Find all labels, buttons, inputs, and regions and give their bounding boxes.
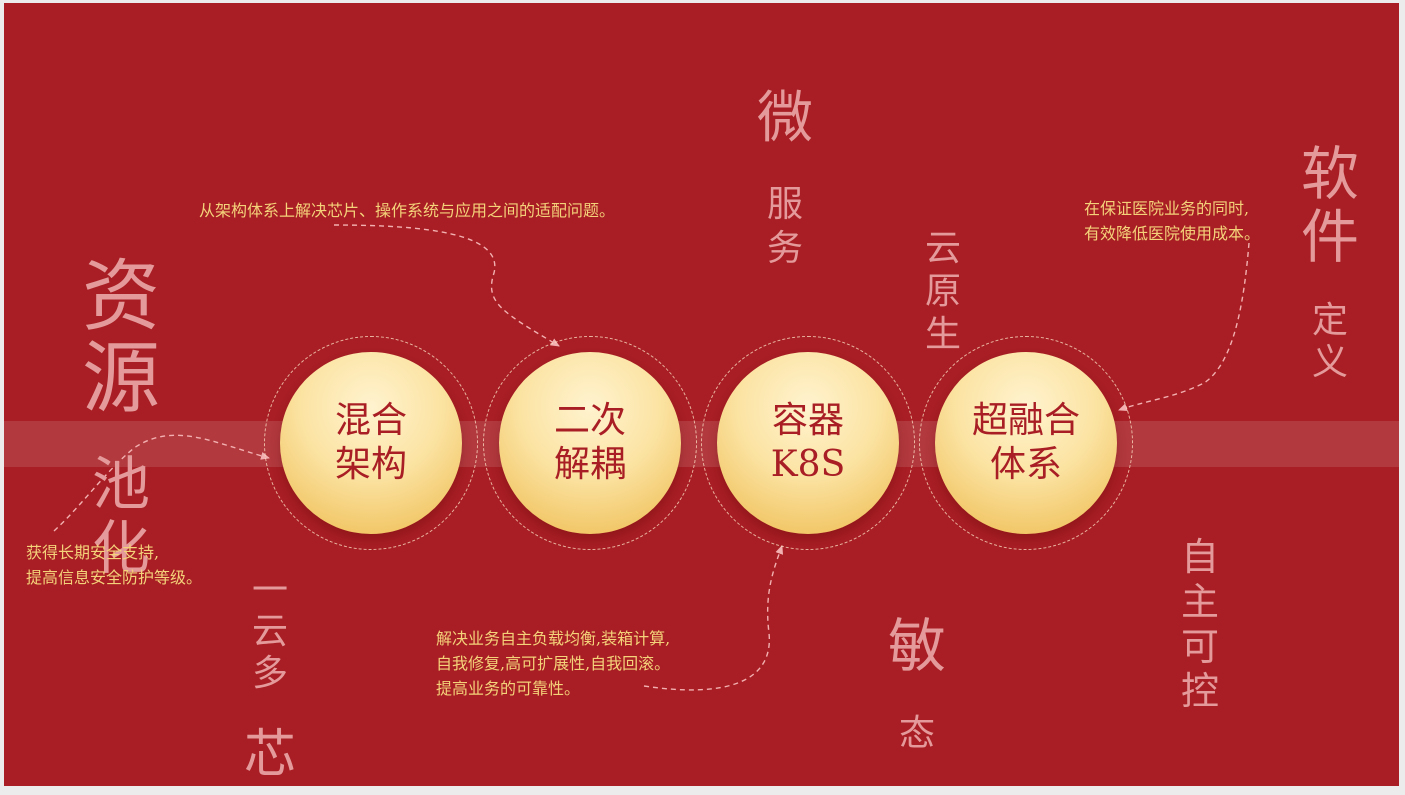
keyword-one-cloud-big: 芯	[243, 725, 296, 786]
keyword-microservice: 微 服 务	[752, 55, 818, 302]
keyword-cloud-native-text: 云 原 生	[924, 228, 961, 356]
description-security: 获得长期安全支持, 提高信息安全防护等级。	[26, 543, 203, 587]
keyword-agile-big: 敏	[887, 612, 946, 680]
circle-label: 超融合 体系	[971, 400, 1080, 485]
keyword-autonomous-text: 自 主 可 控	[1180, 535, 1219, 714]
description-cost: 在保证医院业务的同时, 有效降低医院使用成本。	[1084, 199, 1261, 243]
keyword-software-defined: 软 件 定 义	[1297, 111, 1363, 415]
circle-label: 混合 架构	[334, 400, 407, 485]
keyword-resource-pool-big: 资 源	[81, 252, 160, 424]
keyword-agile-rest: 态	[898, 712, 935, 754]
slide-canvas: 混合 架构 二次 解耦 容器 K8S 超融合 体系 资 源 池 化 一 云 多 …	[4, 3, 1399, 786]
keyword-software-defined-big: 软 件	[1300, 140, 1359, 271]
circle-container-k8s: 容器 K8S	[717, 352, 899, 534]
circle-label: 容器 K8S	[770, 400, 846, 485]
description-container: 解决业务自主负载均衡,装箱计算, 自我修复,高可扩展性,自我回滚。 提高业务的可…	[436, 629, 671, 698]
keyword-software-defined-rest: 定 义	[1311, 300, 1348, 383]
keyword-microservice-rest: 服 务	[766, 184, 803, 269]
arrow-architecture	[333, 224, 560, 347]
keyword-agile: 敏 态	[884, 581, 950, 786]
arrow-cost	[1118, 242, 1250, 412]
circle-secondary-decoupling: 二次 解耦	[499, 352, 681, 534]
keyword-one-cloud-multi-core: 一 云 多 芯	[240, 538, 300, 786]
keyword-autonomous: 自 主 可 控	[1174, 503, 1226, 746]
circle-hybrid-architecture: 混合 架构	[280, 352, 462, 534]
keyword-one-cloud-rest: 一 云 多	[251, 570, 288, 694]
circle-label: 二次 解耦	[553, 400, 626, 485]
keyword-cloud-native: 云 原 生	[918, 195, 968, 389]
keyword-microservice-big: 微	[757, 86, 813, 151]
description-architecture: 从架构体系上解决芯片、操作系统与应用之间的适配问题。	[199, 201, 616, 220]
